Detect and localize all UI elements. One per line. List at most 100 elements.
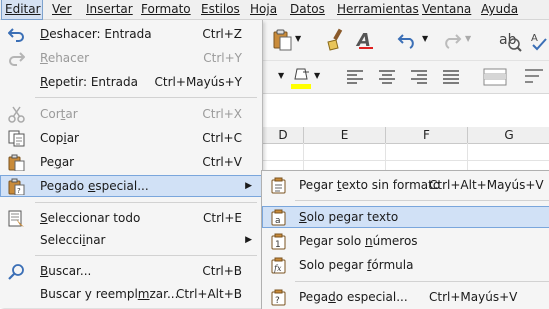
column-header-g[interactable]: G <box>467 127 549 144</box>
shortcut-text: Ctrl+Y <box>203 51 242 65</box>
menu-item-paste-special[interactable]: ? Pegado especial... ▶ <box>0 175 262 197</box>
svg-text:1: 1 <box>275 240 281 250</box>
menu-item-label: Seleccionar todo <box>40 211 141 225</box>
column-header-e[interactable]: E <box>303 127 386 144</box>
menu-ver[interactable]: Ver <box>52 0 72 19</box>
submenu-item-label: Solo pegar fórmula <box>299 258 414 272</box>
shortcut-text: Ctrl+X <box>202 107 242 121</box>
menu-item-label: Copiar <box>40 131 79 145</box>
menu-separator <box>35 202 257 203</box>
search-icon <box>8 264 24 280</box>
menu-ventana[interactable]: Ventana <box>422 0 471 19</box>
submenu-item-label: Pegar texto sin formato <box>299 178 441 192</box>
chevron-down-icon[interactable]: ▼ <box>465 34 471 43</box>
paste-special-icon: ? <box>8 178 25 195</box>
paste-icon <box>8 154 25 171</box>
menu-item-find-replace[interactable]: Buscar y reemplmzar... Ctrl+Alt+B <box>0 283 262 305</box>
menu-item-label: Buscar... <box>40 264 92 278</box>
menu-hoja[interactable]: Hoja <box>250 0 277 19</box>
formatting-toolbar: ▼ ▼ <box>262 61 549 94</box>
align-left-icon[interactable] <box>346 69 364 85</box>
menu-item-redo[interactable]: Rehacer Ctrl+Y <box>0 47 262 69</box>
menu-item-label: Deshacer: Entrada <box>40 27 152 41</box>
shortcut-text: Ctrl+E <box>203 211 242 225</box>
find-replace-icon[interactable]: ab <box>496 26 522 54</box>
grid-line <box>262 160 549 161</box>
submenu-arrow-icon: ▶ <box>245 181 252 191</box>
menu-formato[interactable]: Formato <box>141 0 191 19</box>
redo-icon <box>9 52 25 66</box>
select-all-icon <box>8 210 24 227</box>
chevron-down-icon[interactable]: ▼ <box>278 71 284 80</box>
paste-special-icon: ? <box>271 289 286 306</box>
menu-item-copy[interactable]: Copiar Ctrl+C <box>0 127 262 149</box>
shortcut-text: Ctrl+Mayús+V <box>429 290 518 304</box>
svg-text:a: a <box>275 216 281 226</box>
menu-editar[interactable]: Editar <box>1 0 43 20</box>
submenu-item-paste-unformatted[interactable]: Pegar texto sin formato Ctrl+Alt+Mayús+V <box>262 174 549 196</box>
clone-formatting-icon[interactable] <box>324 28 346 52</box>
highlight-color-icon[interactable] <box>289 66 313 90</box>
shortcut-text: Ctrl+C <box>202 131 242 145</box>
paste-text-only-icon: a <box>271 209 286 226</box>
menu-item-find[interactable]: Buscar... Ctrl+B <box>0 260 262 282</box>
chevron-down-icon[interactable]: ▼ <box>295 34 301 43</box>
menu-item-paste[interactable]: Pegar Ctrl+V <box>0 151 262 173</box>
undo-icon <box>8 28 24 42</box>
submenu-item-label: Pegar solo números <box>299 234 418 248</box>
menu-ayuda[interactable]: Ayuda <box>481 0 518 19</box>
paste-formula-only-icon: fx <box>271 257 286 274</box>
column-header-f[interactable]: F <box>385 127 468 144</box>
standard-toolbar: ▼ A ▼ ▼ ab A <box>262 20 549 61</box>
copy-icon <box>8 130 25 147</box>
menu-item-label: Pegado especial... <box>40 179 149 193</box>
menu-separator <box>35 255 257 256</box>
svg-text:fx: fx <box>273 264 282 273</box>
menu-item-repeat[interactable]: Repetir: Entrada Ctrl+Mayús+Y <box>0 71 262 93</box>
submenu-item-paste-numbers-only[interactable]: 1 Pegar solo números <box>262 230 549 252</box>
svg-text:ab: ab <box>499 32 517 48</box>
shortcut-text: Ctrl+B <box>202 264 242 278</box>
undo-icon[interactable] <box>397 31 419 49</box>
shortcut-text: Ctrl+Alt+B <box>176 287 242 301</box>
shortcut-text: Ctrl+Alt+Mayús+V <box>429 178 544 192</box>
menu-item-select-all[interactable]: Seleccionar todo Ctrl+E <box>0 207 262 229</box>
chevron-down-icon[interactable]: ▼ <box>422 34 428 43</box>
align-right-icon[interactable] <box>410 69 428 85</box>
spelling-icon[interactable]: A <box>530 30 549 52</box>
menu-estilos[interactable]: Estilos <box>201 0 240 19</box>
shortcut-text: Ctrl+Mayús+Y <box>154 75 242 89</box>
svg-text:?: ? <box>17 187 21 195</box>
shortcut-text: Ctrl+Z <box>202 27 242 41</box>
menu-item-label: Repetir: Entrada <box>40 75 138 89</box>
paste-numbers-only-icon: 1 <box>271 233 286 250</box>
menu-item-cut[interactable]: Cortar Ctrl+X <box>0 103 262 125</box>
menu-item-select[interactable]: Selecciinar ▶ <box>0 229 262 251</box>
menu-item-label: Pegar <box>40 155 75 169</box>
submenu-item-paste-special[interactable]: ? Pegado especial... Ctrl+Mayús+V <box>262 286 549 308</box>
menu-separator <box>295 200 549 201</box>
redo-icon[interactable] <box>440 31 462 49</box>
submenu-item-label: Pegado especial... <box>299 290 408 304</box>
menu-item-label: Selecciinar <box>40 233 106 247</box>
paste-special-submenu: Pegar texto sin formato Ctrl+Alt+Mayús+V… <box>261 170 549 309</box>
submenu-item-paste-formula-only[interactable]: fx Solo pegar fórmula <box>262 254 549 276</box>
merge-cells-icon[interactable] <box>483 67 507 87</box>
menu-herramientas[interactable]: Herramientas <box>337 0 419 19</box>
paste-icon[interactable] <box>272 29 294 51</box>
menu-insertar[interactable]: Insertar <box>86 0 133 19</box>
shortcut-text: Ctrl+V <box>202 155 242 169</box>
chevron-down-icon[interactable]: ▼ <box>314 71 320 80</box>
svg-text:A: A <box>531 33 538 44</box>
align-center-icon[interactable] <box>378 69 396 85</box>
menu-item-label: Cortar <box>40 107 78 121</box>
menu-datos[interactable]: Datos <box>290 0 325 19</box>
clear-formatting-icon[interactable]: A <box>355 28 377 52</box>
justify-icon[interactable] <box>442 69 460 85</box>
wrap-text-icon[interactable] <box>523 67 547 87</box>
menu-item-undo[interactable]: Deshacer: Entrada Ctrl+Z <box>0 23 262 45</box>
submenu-item-paste-text-only[interactable]: a Solo pegar texto <box>262 206 549 228</box>
submenu-item-label: Solo pegar texto <box>299 210 399 224</box>
column-header-d[interactable]: D <box>262 127 304 144</box>
menu-separator <box>35 97 257 98</box>
